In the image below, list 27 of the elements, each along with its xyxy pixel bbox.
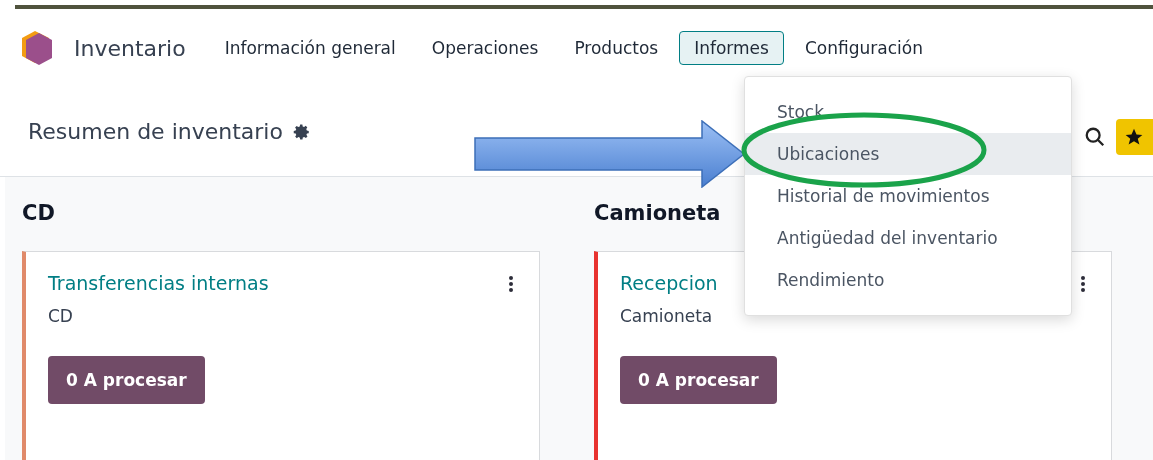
- kebab-icon[interactable]: [509, 276, 513, 292]
- warehouse-label: Camioneta: [620, 306, 714, 326]
- star-icon: [1124, 127, 1144, 147]
- operation-title[interactable]: Transferencias internas: [48, 272, 269, 294]
- dropdown-item[interactable]: Rendimiento: [745, 259, 1071, 301]
- menu-item[interactable]: Informes: [679, 31, 784, 65]
- dropdown-item[interactable]: Historial de movimientos: [745, 175, 1071, 217]
- dropdown-item[interactable]: Ubicaciones: [745, 133, 1071, 175]
- settings-icon[interactable]: [292, 122, 311, 141]
- search-icon[interactable]: [1084, 126, 1106, 148]
- page-title: Resumen de inventario: [28, 119, 283, 144]
- process-button[interactable]: 0 A procesar: [48, 356, 205, 404]
- menu-item[interactable]: Configuración: [789, 31, 938, 65]
- process-button[interactable]: 0 A procesar: [620, 356, 777, 404]
- menu-item[interactable]: Operaciones: [416, 31, 554, 65]
- warehouse-label: CD: [48, 306, 74, 326]
- warehouse-name: Camioneta: [594, 201, 722, 225]
- app-name[interactable]: Inventario: [74, 35, 186, 61]
- dropdown-item[interactable]: Antigüedad del inventario: [745, 217, 1071, 259]
- warehouse-name: CD: [22, 201, 56, 225]
- favorite-button[interactable]: [1116, 119, 1153, 155]
- arrow-icon: [474, 120, 746, 188]
- operation-title[interactable]: Recepcion: [620, 272, 718, 294]
- kebab-icon[interactable]: [1081, 276, 1085, 292]
- logo-icon: [20, 29, 54, 67]
- menu-item[interactable]: Información general: [209, 31, 411, 65]
- menu-item[interactable]: Productos: [559, 31, 674, 65]
